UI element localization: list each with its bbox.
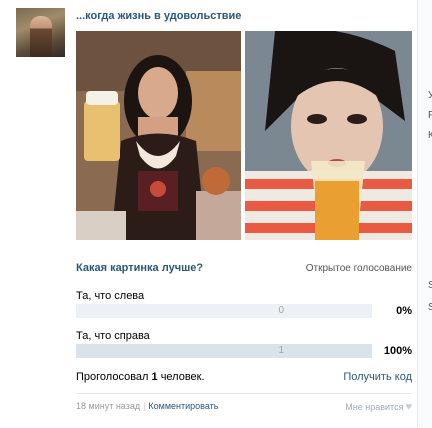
like-label: Мне нравится xyxy=(345,402,404,412)
poll-bar-left[interactable] xyxy=(76,304,372,318)
poll-option-percent: 100% xyxy=(383,345,412,357)
poll-option-count: 0 xyxy=(278,305,284,316)
poll-option-count: 1 xyxy=(278,345,284,356)
post-time[interactable]: 18 минут назад xyxy=(76,401,140,411)
avatar[interactable] xyxy=(16,8,65,57)
get-code-link[interactable]: Получить код xyxy=(343,371,412,383)
side-letter: S xyxy=(428,302,432,313)
poll-type: Открытое голосование xyxy=(305,263,412,274)
photo-left-art xyxy=(76,31,241,240)
side-letter: Р xyxy=(428,110,432,121)
side-letter: У xyxy=(428,90,432,101)
poll-bar-right[interactable] xyxy=(76,344,372,358)
poll-option-label-left[interactable]: Та, что слева xyxy=(76,290,144,302)
comment-link[interactable]: Комментировать xyxy=(148,401,218,411)
post-title[interactable]: ...когда жизнь в удовольствие xyxy=(76,10,241,22)
heart-icon: ♥ xyxy=(405,401,412,413)
poll-question: Какая картинка лучше? xyxy=(76,262,204,274)
voted-prefix: Проголосовал xyxy=(76,371,152,383)
wall-post: ...когда жизнь в удовольствие Какая карт… xyxy=(0,0,432,428)
photo-right[interactable] xyxy=(245,31,412,240)
poll-option-label-right[interactable]: Та, что справа xyxy=(76,330,150,342)
photo-left[interactable] xyxy=(76,31,241,240)
post-meta: 18 минут назад | Комментировать xyxy=(76,401,218,411)
separator: | xyxy=(143,401,146,411)
voted-suffix: человек. xyxy=(157,371,205,383)
side-column: У Р К S S xyxy=(417,0,432,428)
side-letter: К xyxy=(428,130,432,141)
voted-summary: Проголосовал 1 человек. xyxy=(76,371,205,383)
avatar-figure xyxy=(30,16,52,57)
side-letter: S xyxy=(428,280,432,291)
photo-right-art xyxy=(245,31,412,240)
like-button[interactable]: Мне нравится ♥ xyxy=(345,401,412,413)
poll-bar-fill xyxy=(76,344,372,358)
poll-option-percent: 0% xyxy=(396,305,412,317)
divider xyxy=(76,393,412,394)
